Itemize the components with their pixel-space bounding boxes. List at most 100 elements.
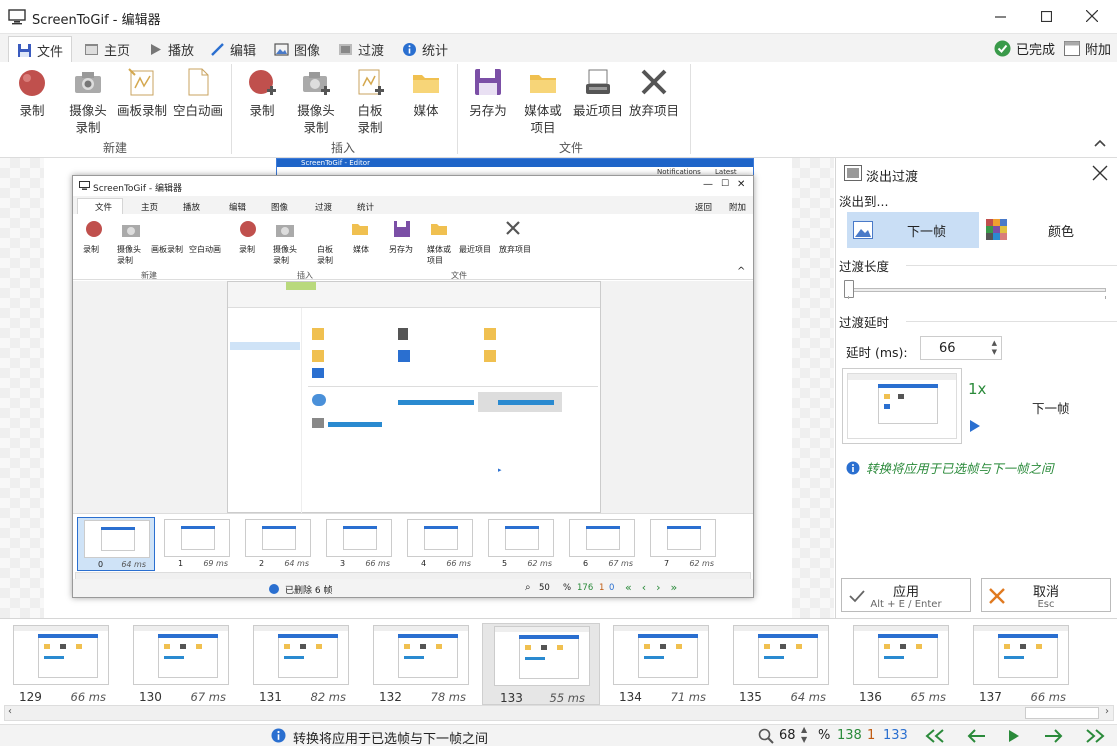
last-frame-icon[interactable] (1084, 729, 1106, 743)
recent-projects-button[interactable]: 最近项目 (571, 66, 625, 119)
frame-delay: 55 ms (549, 691, 585, 705)
tab-home[interactable]: 主页 (76, 36, 138, 62)
filmstrip-frame[interactable]: 137 66 ms (962, 623, 1080, 705)
window-title: ScreenToGif - 编辑器 (32, 13, 161, 28)
blank-page-icon (182, 66, 214, 98)
load-media-project-button[interactable]: 媒体或 项目 (520, 66, 566, 136)
inner-filmstrip-frame: 3 66 ms (320, 517, 398, 571)
filmstrip-frame[interactable]: 136 65 ms (842, 623, 960, 705)
pencil-icon (211, 42, 224, 56)
zoom-value[interactable]: 68 (779, 728, 796, 743)
delay-spinner[interactable]: ▲ ▼ (992, 339, 997, 357)
play-icon[interactable] (1008, 729, 1020, 743)
explorer-window-screenshot: ▸ (227, 281, 601, 514)
first-frame-icon[interactable] (924, 729, 946, 743)
close-button[interactable] (1069, 0, 1115, 32)
minimize-button[interactable] (977, 0, 1023, 32)
captured-editor-screenshot: ScreenToGif - 编辑器 — ☐ ✕ 文件 主页 播放 编辑 图像 过… (72, 175, 754, 598)
zoom-percent: % (818, 728, 831, 743)
preview-play-icon[interactable] (970, 420, 980, 432)
attach-button[interactable]: 附加 (1064, 37, 1111, 59)
filmstrip-frame[interactable]: 132 78 ms (362, 623, 480, 705)
new-blank-animation-button[interactable]: 空白动画 (172, 66, 224, 119)
filmstrip-frame[interactable]: 130 67 ms (122, 623, 240, 705)
new-webcam-record-button[interactable]: 摄像头 录制 (66, 66, 110, 136)
insert-board-record-button[interactable]: 白板 录制 (350, 66, 390, 136)
delay-ms-label: 延时 (ms): (846, 345, 908, 360)
frame-number: 131 (259, 690, 282, 704)
fade-to-color-option[interactable]: 颜色 (982, 212, 1114, 248)
transition-hint: 转换将应用于已选帧与下一帧之间 (846, 458, 1054, 477)
done-label: 已完成 (1016, 42, 1056, 58)
screentogif-app-icon (8, 9, 26, 25)
done-button[interactable]: 已完成 (994, 37, 1055, 59)
filmstrip-frame[interactable]: 134 71 ms (602, 623, 720, 705)
camera-insert-icon (300, 66, 332, 98)
maximize-icon (1040, 10, 1052, 22)
group-label-insert: 插入 (330, 141, 355, 155)
fade-to-label: 淡出到... (839, 194, 889, 209)
camera-icon (72, 66, 104, 98)
tab-edit[interactable]: 编辑 (202, 36, 264, 62)
previous-frame-icon[interactable] (966, 729, 986, 743)
record-insert-icon (246, 66, 278, 98)
frame-number: 135 (739, 690, 762, 704)
tab-play-label: 播放 (168, 43, 195, 59)
inner-filmstrip-frame: 7 62 ms (644, 517, 722, 571)
inner-filmstrip-frame: 0 64 ms (77, 517, 155, 571)
filmstrip-scroll-thumb[interactable] (1025, 707, 1099, 719)
filmstrip-scrollbar[interactable]: ‹ › (4, 705, 1114, 721)
tab-file[interactable]: 文件 (8, 36, 73, 63)
current-frame: 133 (883, 728, 908, 743)
cancel-button[interactable]: 取消 Esc (981, 578, 1111, 612)
frame-thumbnail (613, 625, 709, 685)
tab-image[interactable]: 图像 (266, 36, 328, 62)
screentogif-app-icon (79, 181, 90, 190)
close-panel-icon[interactable] (1092, 165, 1108, 181)
next-frame-icon[interactable] (1044, 729, 1064, 743)
filmstrip-frame[interactable]: 129 66 ms (2, 623, 120, 705)
filmstrip-frame[interactable]: 133 55 ms (482, 623, 600, 705)
fade-to-next-frame-option[interactable]: 下一帧 (847, 212, 979, 248)
selected-frames: 1 (867, 728, 876, 743)
insert-webcam-record-button[interactable]: 摄像头 录制 (294, 66, 338, 136)
frame-number: 130 (139, 690, 162, 704)
tab-transition[interactable]: 过渡 (330, 36, 392, 62)
new-board-record-button[interactable]: 画板录制 (116, 66, 168, 119)
transition-length-label: 过渡长度 (839, 259, 890, 274)
maximize-button[interactable] (1023, 0, 1069, 32)
group-label-new: 新建 (102, 141, 127, 155)
frame-thumbnail (494, 626, 590, 686)
panel-title: 淡出过渡 (866, 170, 919, 185)
title-bar: ScreenToGif - 编辑器 (0, 0, 1117, 34)
home-icon (85, 43, 98, 55)
filmstrip-frame[interactable]: 135 64 ms (722, 623, 840, 705)
frame-number: 136 (859, 690, 882, 704)
tab-transition-label: 过渡 (358, 43, 385, 59)
new-record-button[interactable]: 录制 (12, 66, 52, 119)
tab-play[interactable]: 播放 (140, 36, 202, 62)
tab-statistics[interactable]: 统计 (394, 36, 456, 62)
filmstrip-frame[interactable]: 131 82 ms (242, 623, 360, 705)
total-frames: 138 (837, 728, 862, 743)
discard-project-button[interactable]: 放弃项目 (627, 66, 681, 119)
folder-icon (410, 66, 442, 98)
tab-image-label: 图像 (294, 43, 321, 59)
transition-length-slider-track[interactable] (848, 288, 1106, 292)
ribbon-separator (457, 64, 458, 154)
collapse-ribbon-chevron-icon[interactable] (1093, 136, 1107, 150)
image-icon (853, 221, 873, 239)
frame-delay: 78 ms (430, 690, 466, 704)
transition-preview (842, 368, 962, 444)
insert-record-button[interactable]: 录制 (242, 66, 282, 119)
apply-button[interactable]: 应用 Alt + E / Enter (841, 578, 971, 612)
insert-media-button[interactable]: 媒体 (406, 66, 446, 119)
board-icon (126, 66, 158, 98)
frame-delay: 82 ms (310, 690, 346, 704)
save-as-button[interactable]: 另存为 (466, 66, 510, 119)
zoom-spinner[interactable]: ▲ ▼ (801, 725, 807, 745)
delay-ms-input[interactable]: 66 ▲ ▼ (920, 336, 1002, 360)
recent-project-icon (582, 66, 614, 98)
frame-thumbnail (13, 625, 109, 685)
inner-filmstrip-frame: 4 66 ms (401, 517, 479, 571)
